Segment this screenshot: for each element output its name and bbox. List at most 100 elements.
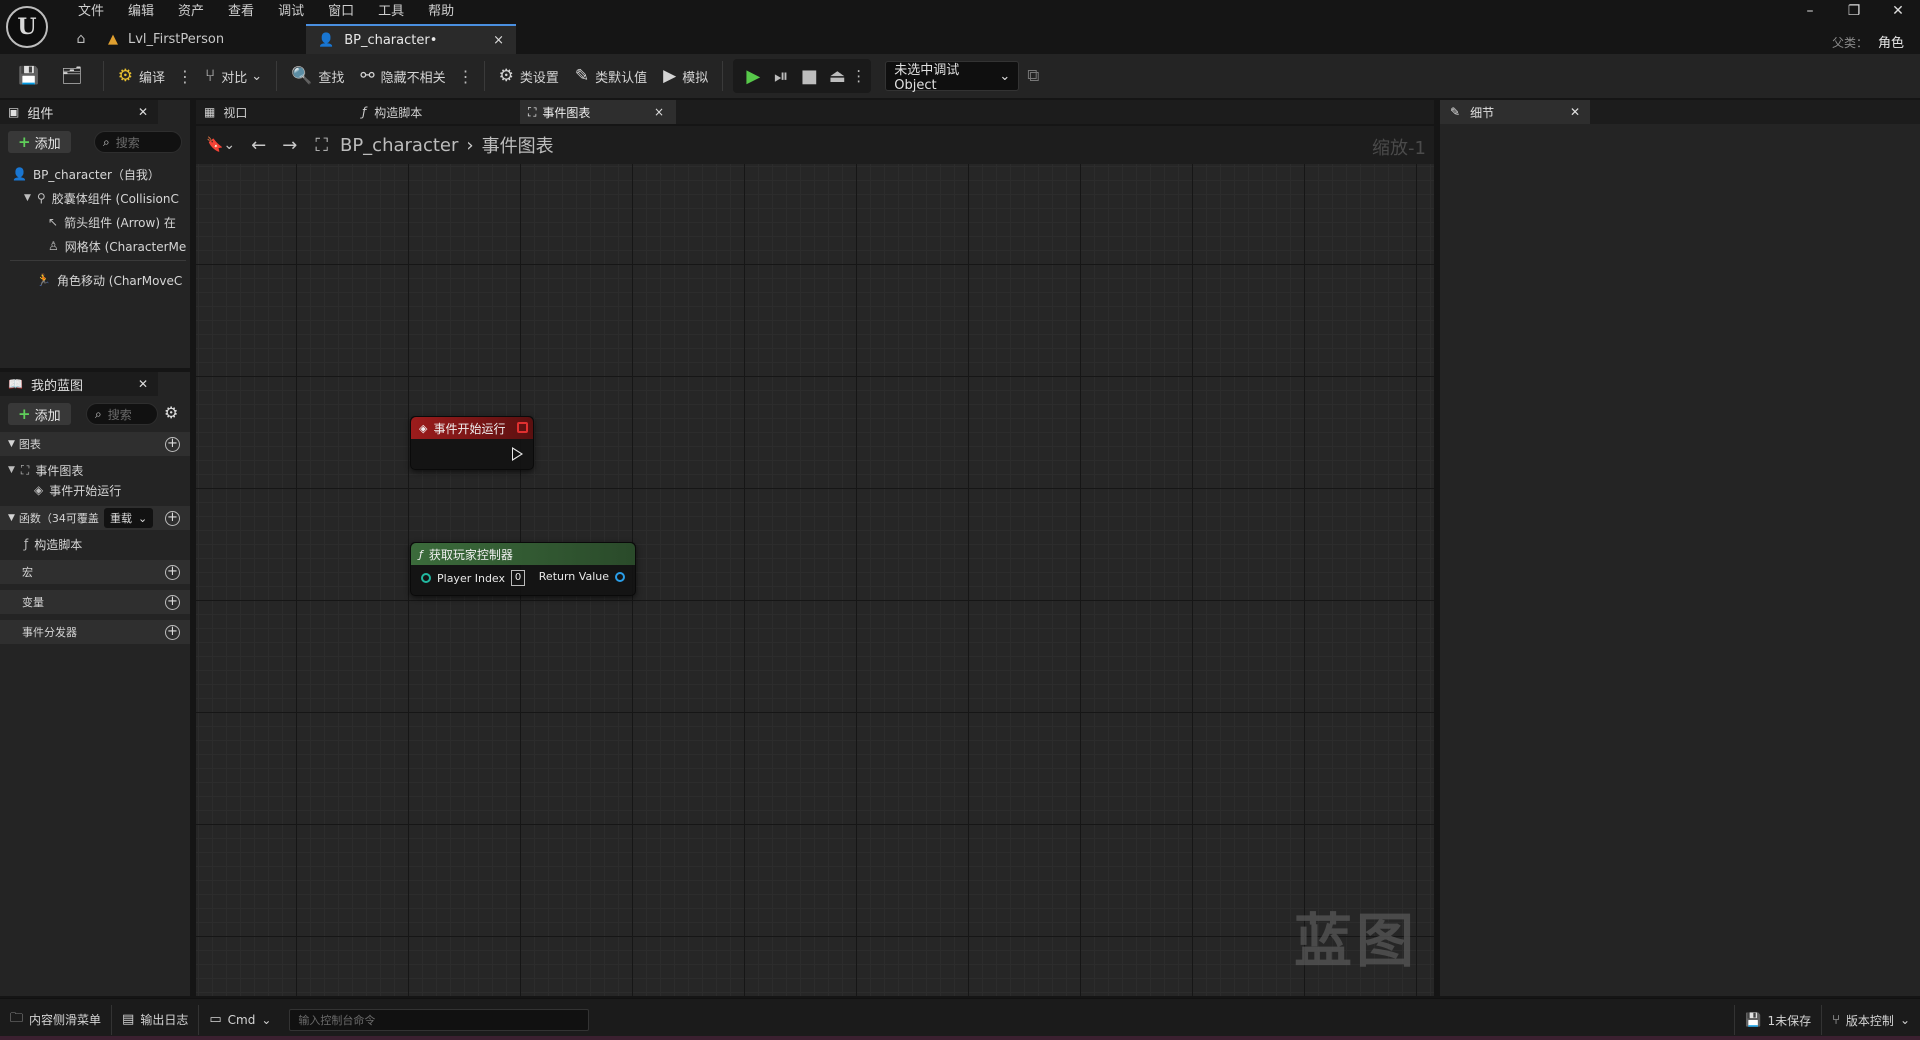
node-event-begin-play[interactable]: ◈ 事件开始运行: [410, 416, 534, 470]
browse-button[interactable]: 🗂: [53, 60, 97, 92]
close-icon[interactable]: ✕: [1570, 105, 1580, 119]
debug-object-select[interactable]: 未选中调试Object ⌄: [885, 61, 1020, 93]
add-variable-icon[interactable]: +: [165, 594, 180, 610]
components-tab[interactable]: ▣ 组件 ✕: [0, 100, 158, 124]
component-movement[interactable]: 🏃 角色移动 (CharMoveC: [0, 270, 186, 290]
class-settings-button[interactable]: ⚙ 类设置: [491, 60, 567, 92]
menu-debug[interactable]: 调试: [266, 2, 316, 22]
node-header[interactable]: ƒ 获取玩家控制器: [411, 543, 635, 565]
toolbar: 💾 🗂 ⚙ 编译 ⋮ ⑂ 对比 ⌄ 🔍 查找 ⚯ 隐藏不相关 ⋮ ⚙ 类设置 ✎ 类默认值 ▶…: [0, 54, 1920, 98]
search-placeholder: 搜索: [107, 407, 132, 422]
components-search-input[interactable]: ⌕ 搜索: [94, 131, 182, 153]
exec-output-pin[interactable]: [512, 447, 523, 461]
source-control-button[interactable]: ⑂ 版本控制 ⌄: [1822, 1005, 1920, 1035]
event-begin-play-item[interactable]: ◈ 事件开始运行: [0, 480, 186, 500]
menu-view[interactable]: 查看: [216, 2, 266, 22]
unreal-logo[interactable]: U: [6, 6, 48, 48]
diff-button[interactable]: ⑂ 对比 ⌄: [197, 60, 270, 92]
close-icon[interactable]: ×: [493, 33, 504, 48]
add-label: 添加: [34, 136, 61, 152]
node-get-player-controller[interactable]: ƒ 获取玩家控制器 Player Index 0 Return Value: [410, 542, 636, 596]
parent-class-value[interactable]: 角色: [1878, 36, 1904, 51]
compile-button[interactable]: ⚙ 编译: [110, 60, 173, 92]
delegate-pin-icon[interactable]: [517, 422, 528, 433]
find-button[interactable]: 🔍 查找: [283, 60, 352, 92]
console-command-input[interactable]: 输入控制台命令: [289, 1008, 590, 1031]
minimize-button[interactable]: –: [1788, 0, 1832, 22]
component-label: BP_character（自我）: [32, 167, 160, 182]
play-options-icon[interactable]: ⋮: [851, 67, 866, 85]
component-root[interactable]: 👤 BP_character（自我）: [0, 164, 186, 184]
gear-icon[interactable]: ⚙: [164, 403, 178, 422]
override-dropdown[interactable]: 重载 ⌄: [104, 508, 154, 528]
simulate-button[interactable]: ▶ 模拟: [655, 60, 716, 92]
tab-blueprint[interactable]: 👤 BP_character• ×: [306, 24, 516, 54]
output-log-button[interactable]: ▤ 输出日志: [112, 1005, 198, 1035]
unsaved-button[interactable]: 💾 1未保存: [1735, 1005, 1821, 1035]
my-blueprint-tab[interactable]: 📖 我的蓝图 ✕: [0, 372, 158, 396]
forward-arrow-icon[interactable]: →: [282, 135, 297, 156]
tab-event-graph[interactable]: ⛶ 事件图表 ×: [520, 100, 676, 124]
restore-button[interactable]: ❐: [1832, 0, 1876, 22]
menu-edit[interactable]: 编辑: [116, 2, 166, 22]
add-member-button[interactable]: + 添加: [8, 403, 71, 425]
tab-details[interactable]: ✎ 细节 ✕: [1440, 100, 1590, 124]
home-icon[interactable]: ⌂: [66, 24, 96, 54]
dispatchers-section[interactable]: 事件分发器 +: [0, 620, 190, 644]
node-header[interactable]: ◈ 事件开始运行: [411, 417, 533, 439]
stop-icon[interactable]: ■: [795, 66, 823, 87]
eject-icon[interactable]: ⏏: [823, 66, 851, 87]
back-arrow-icon[interactable]: ←: [251, 135, 266, 156]
component-mesh[interactable]: ♙ 网格体 (CharacterMe: [0, 236, 186, 256]
hide-unrelated-button[interactable]: ⚯ 隐藏不相关: [352, 60, 453, 92]
input-pin-player-index[interactable]: Player Index 0: [421, 570, 526, 586]
close-icon[interactable]: ✕: [138, 105, 148, 119]
player-index-input[interactable]: 0: [511, 570, 526, 586]
menu-tools[interactable]: 工具: [366, 2, 416, 22]
breadcrumb-blueprint[interactable]: BP_character: [340, 135, 458, 156]
cmd-dropdown[interactable]: ▭ Cmd ⌄: [199, 1005, 281, 1035]
tab-level[interactable]: ▲ Lvl_FirstPerson: [96, 24, 306, 54]
menu-file[interactable]: 文件: [66, 2, 116, 22]
compile-options-icon[interactable]: ⋮: [173, 67, 197, 86]
my-blueprint-title: 我的蓝图: [30, 378, 83, 394]
add-component-button[interactable]: + 添加: [8, 131, 71, 153]
add-function-icon[interactable]: +: [165, 510, 180, 526]
output-pin-return-value[interactable]: Return Value: [539, 570, 625, 583]
pin-circle-icon[interactable]: [615, 571, 625, 582]
save-button[interactable]: 💾: [10, 60, 53, 92]
bookmark-icon[interactable]: 🔖⌄: [206, 137, 235, 153]
close-icon[interactable]: ×: [654, 105, 664, 119]
chevron-down-icon[interactable]: ▼: [24, 193, 31, 203]
variables-header: 变量: [22, 596, 44, 609]
component-capsule[interactable]: ▼ ⚲ 胶囊体组件 (CollisionC: [0, 188, 186, 208]
graphs-section[interactable]: ▼ 图表 +: [0, 432, 190, 456]
menu-window[interactable]: 窗口: [316, 2, 366, 22]
functions-section[interactable]: ▼ 函数（34可覆盖 重载 ⌄ +: [0, 506, 190, 530]
chevron-down-icon[interactable]: ▼: [8, 465, 15, 475]
pin-circle-icon[interactable]: [421, 573, 431, 583]
add-graph-icon[interactable]: +: [165, 436, 180, 452]
play-icon[interactable]: ▶: [739, 66, 767, 87]
component-arrow[interactable]: ↖ 箭头组件 (Arrow) 在: [0, 212, 186, 232]
class-defaults-button[interactable]: ✎ 类默认值: [567, 60, 655, 92]
content-drawer-button[interactable]: 🗀 内容侧滑菜单: [0, 1005, 111, 1035]
variables-section[interactable]: 变量 +: [0, 590, 190, 614]
breadcrumb: ⛶ BP_character › 事件图表: [315, 132, 553, 158]
event-graph-item[interactable]: ▼ ⛶ 事件图表: [0, 460, 186, 480]
close-window-button[interactable]: ✕: [1876, 0, 1920, 22]
menu-help[interactable]: 帮助: [416, 2, 466, 22]
graph-canvas[interactable]: ◈ 事件开始运行 ƒ 获取玩家控制器 Player Index 0 Return…: [196, 164, 1434, 996]
close-icon[interactable]: ✕: [138, 377, 148, 391]
add-macro-icon[interactable]: +: [165, 564, 180, 580]
more-options-icon[interactable]: ⋮: [454, 67, 478, 86]
blueprint-search-input[interactable]: ⌕ 搜索: [86, 403, 158, 425]
step-icon[interactable]: ⏯: [767, 66, 795, 87]
add-dispatcher-icon[interactable]: +: [165, 624, 180, 640]
macros-section[interactable]: 宏 +: [0, 560, 190, 584]
debug-filter-button[interactable]: ⧉: [1019, 60, 1053, 92]
tab-viewport[interactable]: ▦ 视口: [200, 100, 320, 124]
tab-construction-script[interactable]: ƒ 构造脚本: [362, 100, 522, 124]
construction-script-item[interactable]: ƒ 构造脚本: [0, 534, 186, 554]
menu-asset[interactable]: 资产: [166, 2, 216, 22]
